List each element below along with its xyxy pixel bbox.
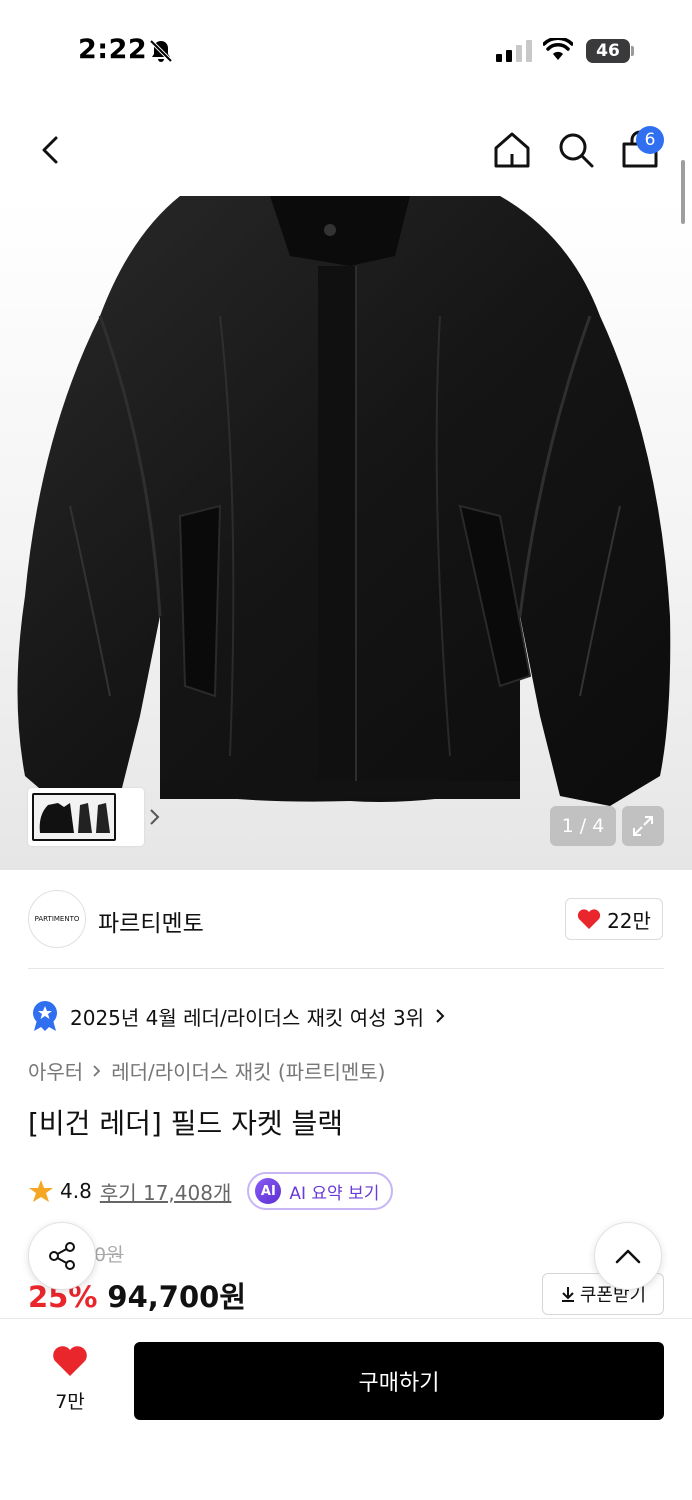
ranking-text: 2025년 4월 레더/라이더스 재킷 여성 3위	[70, 1005, 425, 1030]
chevron-right-icon[interactable]	[148, 808, 162, 826]
breadcrumb-category[interactable]: 아우터	[28, 1056, 83, 1085]
download-icon	[561, 1287, 574, 1302]
sale-price: 94,700원	[107, 1280, 247, 1314]
buy-button[interactable]: 구매하기	[134, 1342, 664, 1420]
ai-summary-button[interactable]: AI AI 요약 보기	[247, 1172, 394, 1210]
heart-icon[interactable]	[52, 1345, 88, 1377]
jacket-image	[17, 196, 671, 806]
chevron-up-icon	[615, 1249, 641, 1264]
ai-badge-icon: AI	[255, 1178, 282, 1204]
status-time: 2:22	[78, 34, 148, 65]
scroll-top-button[interactable]	[594, 1222, 662, 1290]
scrollbar[interactable]	[681, 160, 685, 224]
status-bar: 2:22 46	[0, 0, 692, 100]
wishlist-count: 7만	[55, 1391, 85, 1413]
chevron-right-icon	[93, 1064, 101, 1077]
wifi-icon	[543, 38, 573, 60]
ranking-link[interactable]: 2025년 4월 레더/라이더스 재킷 여성 3위	[30, 998, 446, 1034]
bottom-purchase-bar: 7만 구매하기	[0, 1318, 692, 1500]
battery-cap	[631, 46, 634, 56]
original-price: 0원	[94, 1244, 124, 1266]
expand-button[interactable]	[622, 806, 664, 846]
signal-icon	[496, 40, 532, 62]
ai-summary-label: AI 요약 보기	[289, 1183, 380, 1204]
battery-indicator: 46	[586, 39, 630, 63]
breadcrumb-subcategory[interactable]: 레더/라이더스 재킷 (파르티멘토)	[111, 1056, 385, 1085]
breadcrumb: 아우터 레더/라이더스 재킷 (파르티멘토)	[28, 1056, 385, 1085]
brand-logo[interactable]: PARTIMENTO	[28, 890, 86, 948]
chevron-right-icon	[436, 1009, 445, 1023]
product-title: [비건 레더] 필드 자켓 블랙	[28, 1107, 344, 1140]
ranking-badge-icon	[33, 1001, 57, 1031]
home-icon[interactable]	[490, 128, 534, 172]
review-count-link[interactable]: 후기 17,408개	[100, 1177, 232, 1206]
back-icon[interactable]	[32, 128, 72, 172]
rating-row: 4.8 후기 17,408개 AI AI 요약 보기	[28, 1172, 394, 1210]
thumbnail-selected[interactable]	[32, 793, 116, 841]
search-icon[interactable]	[554, 128, 598, 172]
thumbnail-strip[interactable]	[28, 788, 160, 846]
image-counter: 1 / 4	[550, 806, 616, 846]
brand-like-count: 22만	[607, 908, 651, 933]
product-image[interactable]	[0, 196, 692, 870]
brand-row: PARTIMENTO 파르티멘토 22만	[0, 870, 692, 970]
top-nav-bar	[0, 100, 692, 196]
expand-icon	[633, 816, 653, 836]
divider	[28, 968, 664, 969]
brand-name[interactable]: 파르티멘토	[98, 904, 204, 938]
heart-icon	[577, 909, 601, 929]
rating-value: 4.8	[60, 1179, 92, 1203]
cart-count-badge: 6	[636, 126, 664, 154]
share-button[interactable]	[28, 1222, 96, 1290]
star-icon	[29, 1180, 53, 1202]
share-icon	[49, 1242, 75, 1270]
brand-like-button[interactable]: 22만	[565, 898, 663, 940]
bell-off-icon	[149, 39, 173, 63]
